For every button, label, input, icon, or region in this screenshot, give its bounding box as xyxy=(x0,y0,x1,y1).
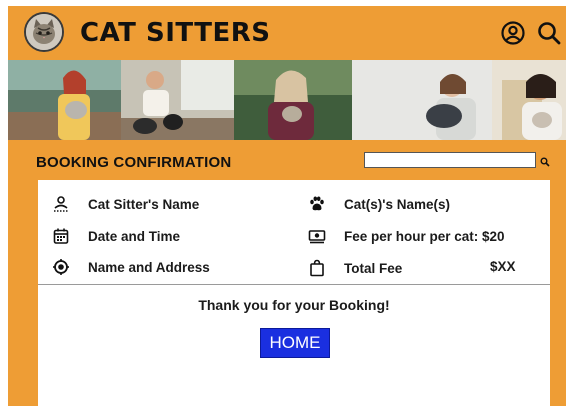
home-button[interactable]: HOME xyxy=(260,328,330,358)
user-circle-icon[interactable] xyxy=(500,20,526,46)
app-frame: CAT SITTERS BOOKING CONFIRMATION Cat Sit… xyxy=(8,6,566,406)
total-fee-label: Total Fee xyxy=(344,260,403,276)
paw-icon xyxy=(308,195,326,213)
name-address-label: Name and Address xyxy=(88,259,210,275)
detail-row-sitter: Cat Sitter's Name xyxy=(52,195,199,213)
total-fee-amount: $XX xyxy=(490,259,516,274)
money-icon xyxy=(308,227,326,245)
search-input[interactable] xyxy=(364,152,536,168)
total-fee-value: $XX xyxy=(490,259,516,274)
hero-banner xyxy=(8,60,566,140)
fee-per-hour-label: Fee per hour per cat: $20 xyxy=(344,228,505,244)
person-icon xyxy=(52,195,70,213)
cat-names-label: Cat(s)'s Name(s) xyxy=(344,196,450,212)
sitter-name-label: Cat Sitter's Name xyxy=(88,196,200,212)
booking-card: Cat Sitter's Name Date and Time Name and… xyxy=(38,180,550,406)
section-title: BOOKING CONFIRMATION xyxy=(36,154,232,171)
detail-row-fee: Fee per hour per cat: $20 xyxy=(308,227,505,245)
photo-woman-with-cat-glasses xyxy=(352,60,566,140)
photo-woman-holding-cat xyxy=(234,60,352,140)
thank-you-message: Thank you for your Booking! xyxy=(198,297,390,313)
app-title: CAT SITTERS xyxy=(80,18,271,48)
search-small-icon[interactable] xyxy=(540,154,550,167)
divider xyxy=(38,284,550,285)
photo-man-with-cats xyxy=(121,60,234,140)
detail-row-total: Total Fee xyxy=(308,259,402,277)
photo-woman-with-cat xyxy=(8,60,121,140)
detail-row-cats: Cat(s)'s Name(s) xyxy=(308,195,450,213)
date-time-label: Date and Time xyxy=(88,228,181,244)
calendar-icon xyxy=(52,227,70,245)
location-icon xyxy=(52,258,70,276)
detail-row-address: Name and Address xyxy=(52,258,210,276)
search-icon[interactable] xyxy=(536,20,562,46)
cat-logo-icon[interactable] xyxy=(24,12,64,52)
detail-row-datetime: Date and Time xyxy=(52,227,180,245)
header: CAT SITTERS xyxy=(8,6,566,60)
shopping-bag-icon xyxy=(308,259,326,277)
